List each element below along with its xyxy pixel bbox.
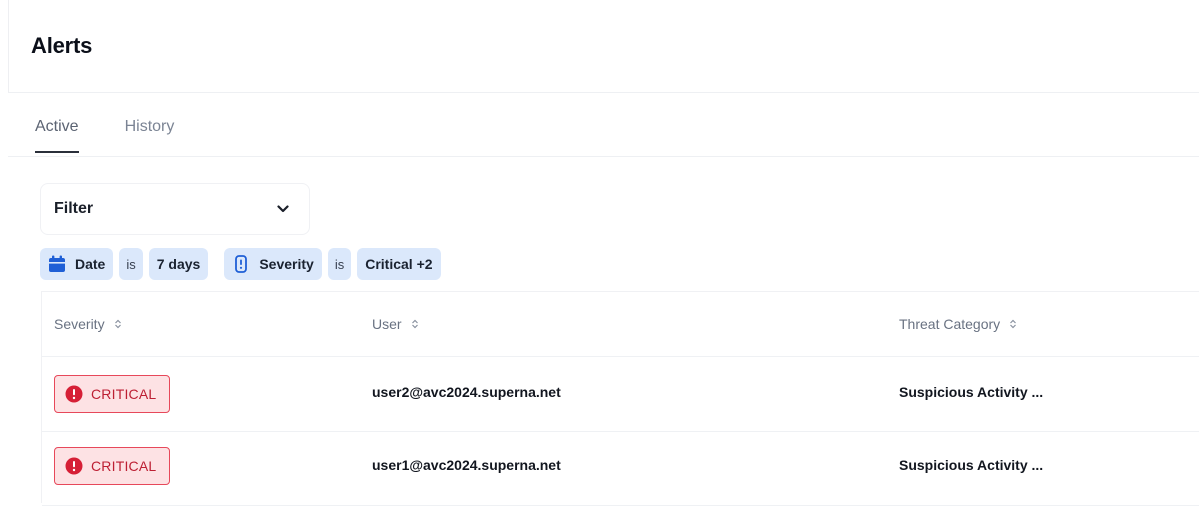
column-header-label: User	[372, 316, 402, 332]
severity-filter-value[interactable]: Critical +2	[357, 248, 441, 280]
table-row[interactable]: CRITICAL user2@avc2024.superna.net Suspi…	[42, 357, 1199, 432]
severity-filter-operator[interactable]: is	[327, 248, 352, 280]
severity-filter-field: Severity	[259, 256, 314, 272]
shield-alert-icon	[232, 255, 250, 273]
date-filter-operator[interactable]: is	[119, 248, 143, 280]
alert-circle-icon	[65, 385, 83, 403]
severity-badge-label: CRITICAL	[91, 386, 157, 402]
page-frame-edge	[8, 0, 9, 92]
column-header-label: Threat Category	[899, 316, 1001, 332]
filter-label: Filter	[54, 200, 94, 217]
column-header-user[interactable]: User	[372, 316, 419, 332]
date-filter-value[interactable]: 7 days	[148, 248, 209, 280]
column-header-severity[interactable]: Severity	[54, 316, 122, 332]
tab-active[interactable]: Active	[35, 118, 79, 153]
severity-badge: CRITICAL	[54, 447, 170, 485]
header-divider	[8, 92, 1199, 93]
table-header: Severity User Threat Category	[42, 292, 1199, 357]
user-cell: user1@avc2024.superna.net	[372, 457, 561, 473]
tab-bar: Active History	[35, 118, 174, 153]
sort-icon	[1010, 319, 1017, 329]
active-filter-chips: Date is 7 days Severity is Critical +2	[40, 248, 447, 280]
table-row[interactable]: CRITICAL user1@avc2024.superna.net Suspi…	[42, 431, 1199, 506]
sort-icon	[114, 319, 121, 329]
severity-badge: CRITICAL	[54, 375, 170, 413]
tab-history[interactable]: History	[125, 118, 175, 153]
chevron-down-icon	[277, 205, 289, 213]
alerts-table: Severity User Threat Category CRITICAL u…	[41, 291, 1199, 506]
date-filter-chip[interactable]: Date	[40, 248, 114, 280]
column-header-threat-category[interactable]: Threat Category	[899, 316, 1017, 332]
threat-category-cell: Suspicious Activity ...	[899, 457, 1044, 473]
threat-category-cell: Suspicious Activity ...	[899, 384, 1044, 400]
alert-circle-icon	[65, 457, 83, 475]
calendar-icon	[48, 255, 66, 273]
filter-dropdown[interactable]: Filter	[40, 183, 310, 235]
tab-divider	[8, 156, 1199, 157]
user-cell: user2@avc2024.superna.net	[372, 384, 561, 400]
column-header-label: Severity	[54, 316, 105, 332]
severity-badge-label: CRITICAL	[91, 458, 157, 474]
severity-filter-chip[interactable]: Severity	[224, 248, 322, 280]
page-title: Alerts	[31, 33, 93, 58]
date-filter-field: Date	[75, 256, 106, 272]
sort-icon	[411, 319, 418, 329]
